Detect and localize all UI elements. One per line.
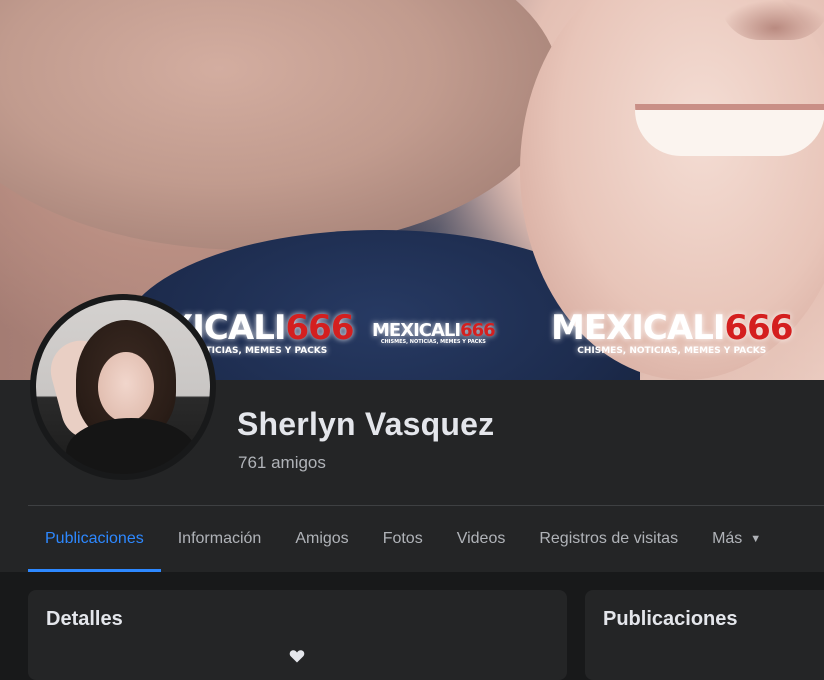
friends-count[interactable]: 761 amigos <box>238 453 326 473</box>
profile-name: Sherlyn Vasquez <box>237 406 495 442</box>
details-title: Detalles <box>46 608 123 630</box>
details-card: Detalles <box>28 590 567 680</box>
tab-videos[interactable]: Videos <box>440 506 523 572</box>
tab-label: Videos <box>456 530 506 547</box>
tab-mas-dropdown[interactable]: Más ▼ <box>695 506 778 572</box>
posts-card: Publicaciones <box>585 590 824 680</box>
tab-label: Fotos <box>382 530 423 547</box>
watermark-logo: MEXICALI666 CHISMES, NOTICIAS, MEMES Y P… <box>372 320 496 345</box>
cover-face-left <box>0 0 560 250</box>
watermark-logo: MEXICALI666 CHISMES, NOTICIAS, MEMES Y P… <box>551 308 793 356</box>
tab-label: Registros de visitas <box>539 530 679 547</box>
avatar-face <box>98 352 154 422</box>
tab-label: Publicaciones <box>45 530 144 547</box>
cover-smile <box>635 110 824 156</box>
profile-tabs: Publicaciones Información Amigos Fotos V… <box>28 506 778 572</box>
avatar-photo <box>36 300 210 474</box>
tab-publicaciones[interactable]: Publicaciones <box>28 506 161 572</box>
tab-label: Amigos <box>295 530 349 547</box>
tab-label: Más <box>712 530 743 547</box>
caret-down-icon: ▼ <box>750 533 762 545</box>
profile-avatar[interactable] <box>30 294 216 480</box>
tab-label: Información <box>177 530 262 547</box>
tab-fotos[interactable]: Fotos <box>366 506 440 572</box>
tab-amigos[interactable]: Amigos <box>278 506 365 572</box>
posts-title: Publicaciones <box>603 608 738 630</box>
tab-registros-de-visitas[interactable]: Registros de visitas <box>522 506 695 572</box>
heart-icon <box>289 650 305 663</box>
tab-informacion[interactable]: Información <box>161 506 279 572</box>
